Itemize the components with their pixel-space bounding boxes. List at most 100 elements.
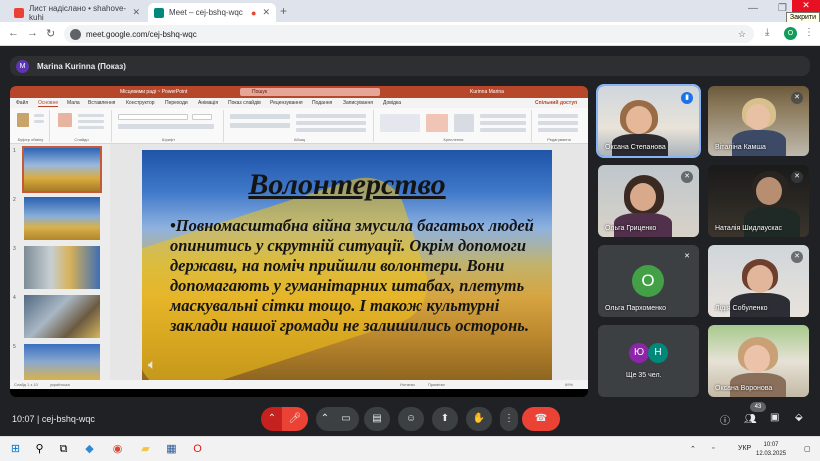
raise-hand-button[interactable]: ✋ bbox=[466, 407, 492, 431]
section-icon[interactable] bbox=[78, 126, 104, 129]
forward-icon[interactable]: → bbox=[27, 27, 38, 39]
opera-icon[interactable]: O bbox=[190, 442, 205, 457]
video-options-icon[interactable]: ⌃ bbox=[316, 407, 334, 431]
slide-thumbnail[interactable] bbox=[24, 344, 100, 380]
site-info-icon[interactable] bbox=[70, 28, 81, 40]
app-icon[interactable]: ▦ bbox=[164, 442, 179, 457]
camera-button[interactable]: ▭ bbox=[333, 407, 359, 431]
more-participants-tile[interactable]: Ю Н Ще 35 чел. bbox=[598, 325, 699, 397]
close-tab-icon[interactable]: ✕ bbox=[132, 7, 140, 18]
notifications-icon[interactable]: ▢ bbox=[804, 445, 811, 453]
participant-tile[interactable]: ✕ Ольга Гриценко bbox=[598, 165, 699, 237]
ppt-menu-transitions[interactable]: Переходи bbox=[165, 100, 188, 106]
download-icon[interactable]: ⤓ bbox=[765, 27, 769, 38]
participant-tile[interactable]: ✕ Віталіна Камша bbox=[708, 86, 809, 156]
ppt-search-box[interactable]: Пошук bbox=[240, 88, 380, 96]
slide-thumbnail[interactable] bbox=[24, 197, 100, 240]
status-comments[interactable]: Примітки bbox=[428, 382, 445, 387]
file-explorer-icon[interactable]: ▰ bbox=[138, 442, 153, 457]
ppt-menu-slideshow[interactable]: Показ слайдів bbox=[228, 100, 261, 106]
slide-thumbnail[interactable] bbox=[24, 295, 100, 338]
audio-options-icon[interactable]: ⌃ bbox=[261, 407, 283, 431]
participant-tile[interactable]: ✕ Наталія Шидлаускас bbox=[708, 165, 809, 237]
paste-icon[interactable] bbox=[17, 113, 29, 127]
recording-dot-icon: ● bbox=[251, 7, 257, 18]
arrange-icon[interactable] bbox=[426, 114, 448, 132]
taskbar-clock[interactable]: 10:07 12.03.2025 bbox=[756, 441, 786, 459]
audio-icon[interactable]: 🔈︎ bbox=[148, 356, 156, 373]
ppt-menu-animations[interactable]: Анімація bbox=[198, 100, 218, 106]
search-icon[interactable]: ⚲ bbox=[32, 442, 47, 457]
menu-icon[interactable]: ⋮ bbox=[804, 27, 814, 38]
slide-thumbnail[interactable] bbox=[24, 246, 100, 289]
shape-outline-icon[interactable] bbox=[480, 121, 526, 125]
keyboard-language[interactable]: УКР bbox=[738, 445, 751, 452]
slide[interactable]: Волонтерство •Повномасштабна війна змуси… bbox=[142, 150, 552, 380]
status-notes[interactable]: Нотатки bbox=[400, 382, 415, 387]
tab-gmail[interactable]: Лист надіслано • shahove-kuhi ✕ bbox=[8, 3, 146, 22]
reset-icon[interactable] bbox=[78, 120, 104, 123]
font-name-select[interactable] bbox=[118, 114, 188, 120]
participant-tile[interactable]: ✕ Лідія Собуленко bbox=[708, 245, 809, 317]
ppt-menu-review[interactable]: Рецензування bbox=[270, 100, 303, 106]
find-icon[interactable] bbox=[538, 114, 578, 118]
smartart-icon[interactable] bbox=[296, 128, 366, 132]
participant-tile[interactable]: Оксана Воронова bbox=[708, 325, 809, 397]
windows-start-icon[interactable]: ⊞ bbox=[8, 442, 23, 457]
ppt-menu-insert[interactable]: Вставлення bbox=[88, 100, 115, 106]
more-options-button[interactable]: ⋮ bbox=[500, 407, 518, 431]
minimize-icon[interactable]: — bbox=[748, 3, 758, 14]
shapes-gallery[interactable] bbox=[380, 114, 420, 132]
align-text-icon[interactable] bbox=[296, 121, 366, 125]
list-icons[interactable] bbox=[230, 114, 290, 119]
chat-icon[interactable]: ▣ bbox=[770, 412, 779, 423]
slide-thumbnail[interactable] bbox=[22, 146, 102, 193]
address-bar[interactable]: meet.google.com/cej-bshq-wqc ☆ bbox=[64, 25, 754, 43]
participant-tile[interactable]: О ✕ Ольга Пархоменко bbox=[598, 245, 699, 317]
mic-off-button[interactable]: 🎤︎ bbox=[282, 407, 308, 431]
ppt-menu-home[interactable]: Основне bbox=[38, 100, 59, 107]
ppt-menu-draw[interactable]: Мала bbox=[67, 100, 80, 106]
ribbon-group-label: Редагування bbox=[547, 137, 571, 142]
present-button[interactable]: ⬆ bbox=[432, 407, 458, 431]
replace-icon[interactable] bbox=[538, 121, 578, 125]
back-icon[interactable]: ← bbox=[8, 27, 19, 39]
layout-icon[interactable] bbox=[78, 114, 104, 117]
widgets-icon[interactable]: ◆ bbox=[82, 442, 97, 457]
shape-fill-icon[interactable] bbox=[480, 114, 526, 118]
ppt-menu-design[interactable]: Конструктор bbox=[126, 100, 155, 106]
new-slide-icon[interactable] bbox=[58, 113, 72, 127]
activities-icon[interactable]: ⬙ bbox=[795, 412, 803, 423]
shape-effects-icon[interactable] bbox=[480, 128, 526, 132]
select-icon[interactable] bbox=[538, 128, 578, 132]
status-zoom[interactable]: 69% bbox=[565, 382, 573, 387]
copy-icon[interactable] bbox=[34, 120, 44, 123]
tab-meet[interactable]: Meet – cej-bshq-wqc ● ✕ bbox=[148, 3, 276, 22]
close-tab-icon[interactable]: ✕ bbox=[262, 7, 270, 18]
new-tab-button[interactable]: + bbox=[280, 4, 287, 18]
people-icon[interactable]: 👥︎ bbox=[744, 414, 757, 425]
chrome-icon[interactable]: ◉ bbox=[110, 442, 125, 457]
ppt-menu-file[interactable]: Файл bbox=[16, 100, 28, 106]
emoji-button[interactable]: ☺ bbox=[398, 407, 424, 431]
profile-avatar[interactable]: O bbox=[784, 27, 797, 40]
ppt-menu-help[interactable]: Довідка bbox=[383, 100, 401, 106]
quick-styles-icon[interactable] bbox=[454, 114, 474, 132]
text-direction-icon[interactable] bbox=[296, 114, 366, 118]
font-size-select[interactable] bbox=[192, 114, 212, 120]
cut-icon[interactable] bbox=[34, 114, 44, 117]
bookmark-star-icon[interactable]: ☆ bbox=[738, 29, 746, 40]
tray-chevron-icon[interactable]: ⌃ bbox=[690, 445, 696, 453]
info-icon[interactable]: ⓘ bbox=[720, 412, 730, 427]
font-format-icons[interactable] bbox=[118, 124, 214, 129]
reload-icon[interactable]: ↻ bbox=[46, 27, 55, 40]
captions-button[interactable]: ▤ bbox=[364, 407, 390, 431]
tray-icon[interactable]: ▫ bbox=[712, 445, 714, 452]
align-icons[interactable] bbox=[230, 123, 290, 128]
participant-tile[interactable]: ▮ Оксана Степанова bbox=[596, 84, 701, 158]
task-view-icon[interactable]: ⧉ bbox=[56, 442, 71, 457]
ppt-menu-view[interactable]: Подання bbox=[312, 100, 332, 106]
end-call-button[interactable]: ☎ bbox=[522, 407, 560, 431]
ppt-share-button[interactable]: Спільний доступ bbox=[535, 100, 577, 106]
ppt-menu-record[interactable]: Записування bbox=[343, 100, 373, 106]
